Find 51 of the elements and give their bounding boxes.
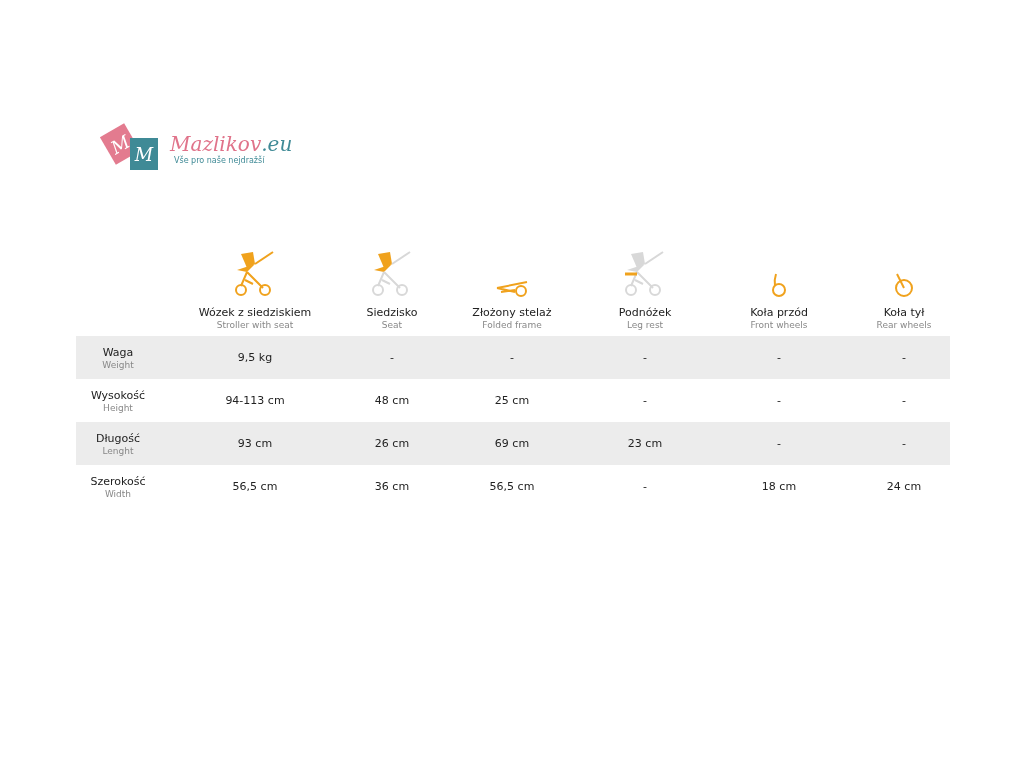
column-subheading: Front wheels <box>750 320 808 330</box>
logo-domain: .eu <box>261 131 293 156</box>
table-cell: 36 cm <box>374 480 410 493</box>
table-cell: 25 cm <box>494 394 530 407</box>
row-label: Waga <box>102 345 134 359</box>
table-cell: 94-113 cm <box>225 394 285 407</box>
table-cell: - <box>643 480 647 493</box>
table-cell: 48 cm <box>374 394 410 407</box>
column-heading: Złożony stelaż <box>472 306 552 319</box>
table-cell: 56,5 cm <box>489 480 535 493</box>
table-cell: - <box>510 351 514 364</box>
table-cell: 18 cm <box>761 480 797 493</box>
column-heading: Koła przód <box>750 306 808 319</box>
table-cell: - <box>902 437 906 450</box>
shopping-bag-icon: M <box>130 138 158 170</box>
row-sublabel: Weight <box>102 359 134 370</box>
table-cell: 23 cm <box>627 437 663 450</box>
column-heading: Wózek z siedziskiem <box>198 306 312 319</box>
table-cell: 24 cm <box>886 480 922 493</box>
table-cell: - <box>643 394 647 407</box>
logo-tagline: Vše pro naše nejdražší <box>174 155 266 165</box>
table-cell: - <box>390 351 394 364</box>
table-cell: - <box>643 351 647 364</box>
table-cell: 69 cm <box>494 437 530 450</box>
column-subheading: Rear wheels <box>876 320 932 330</box>
table-cell: - <box>902 351 906 364</box>
column-subheading: Stroller with seat <box>216 320 294 330</box>
table-cell: 93 cm <box>237 437 273 450</box>
table-cell: - <box>777 351 781 364</box>
column-subheading: Folded frame <box>482 320 542 330</box>
row-sublabel: Lenght <box>102 445 134 456</box>
table-cell: - <box>902 394 906 407</box>
row-sublabel: Height <box>103 402 133 413</box>
wheel-icon <box>770 272 788 298</box>
row-label: Wysokość <box>90 388 146 402</box>
column-subheading: Leg rest <box>626 320 664 330</box>
column-heading: Siedzisko <box>366 306 418 319</box>
table-cell: 56,5 cm <box>232 480 278 493</box>
row-label: Szerokość <box>90 474 146 488</box>
table-cell: - <box>777 437 781 450</box>
logo-name: Mazlikov <box>170 131 262 156</box>
folded-frame-icon <box>495 280 529 298</box>
column-subheading: Seat <box>381 320 403 330</box>
table-cell: 26 cm <box>374 437 410 450</box>
column-heading: Podnóżek <box>618 306 672 319</box>
table-cell: 9,5 kg <box>237 351 273 364</box>
table-cell: - <box>777 394 781 407</box>
row-sublabel: Width <box>104 488 132 499</box>
row-label: Długość <box>95 431 141 445</box>
wheel-icon <box>893 272 915 298</box>
column-heading: Koła tył <box>883 306 925 319</box>
